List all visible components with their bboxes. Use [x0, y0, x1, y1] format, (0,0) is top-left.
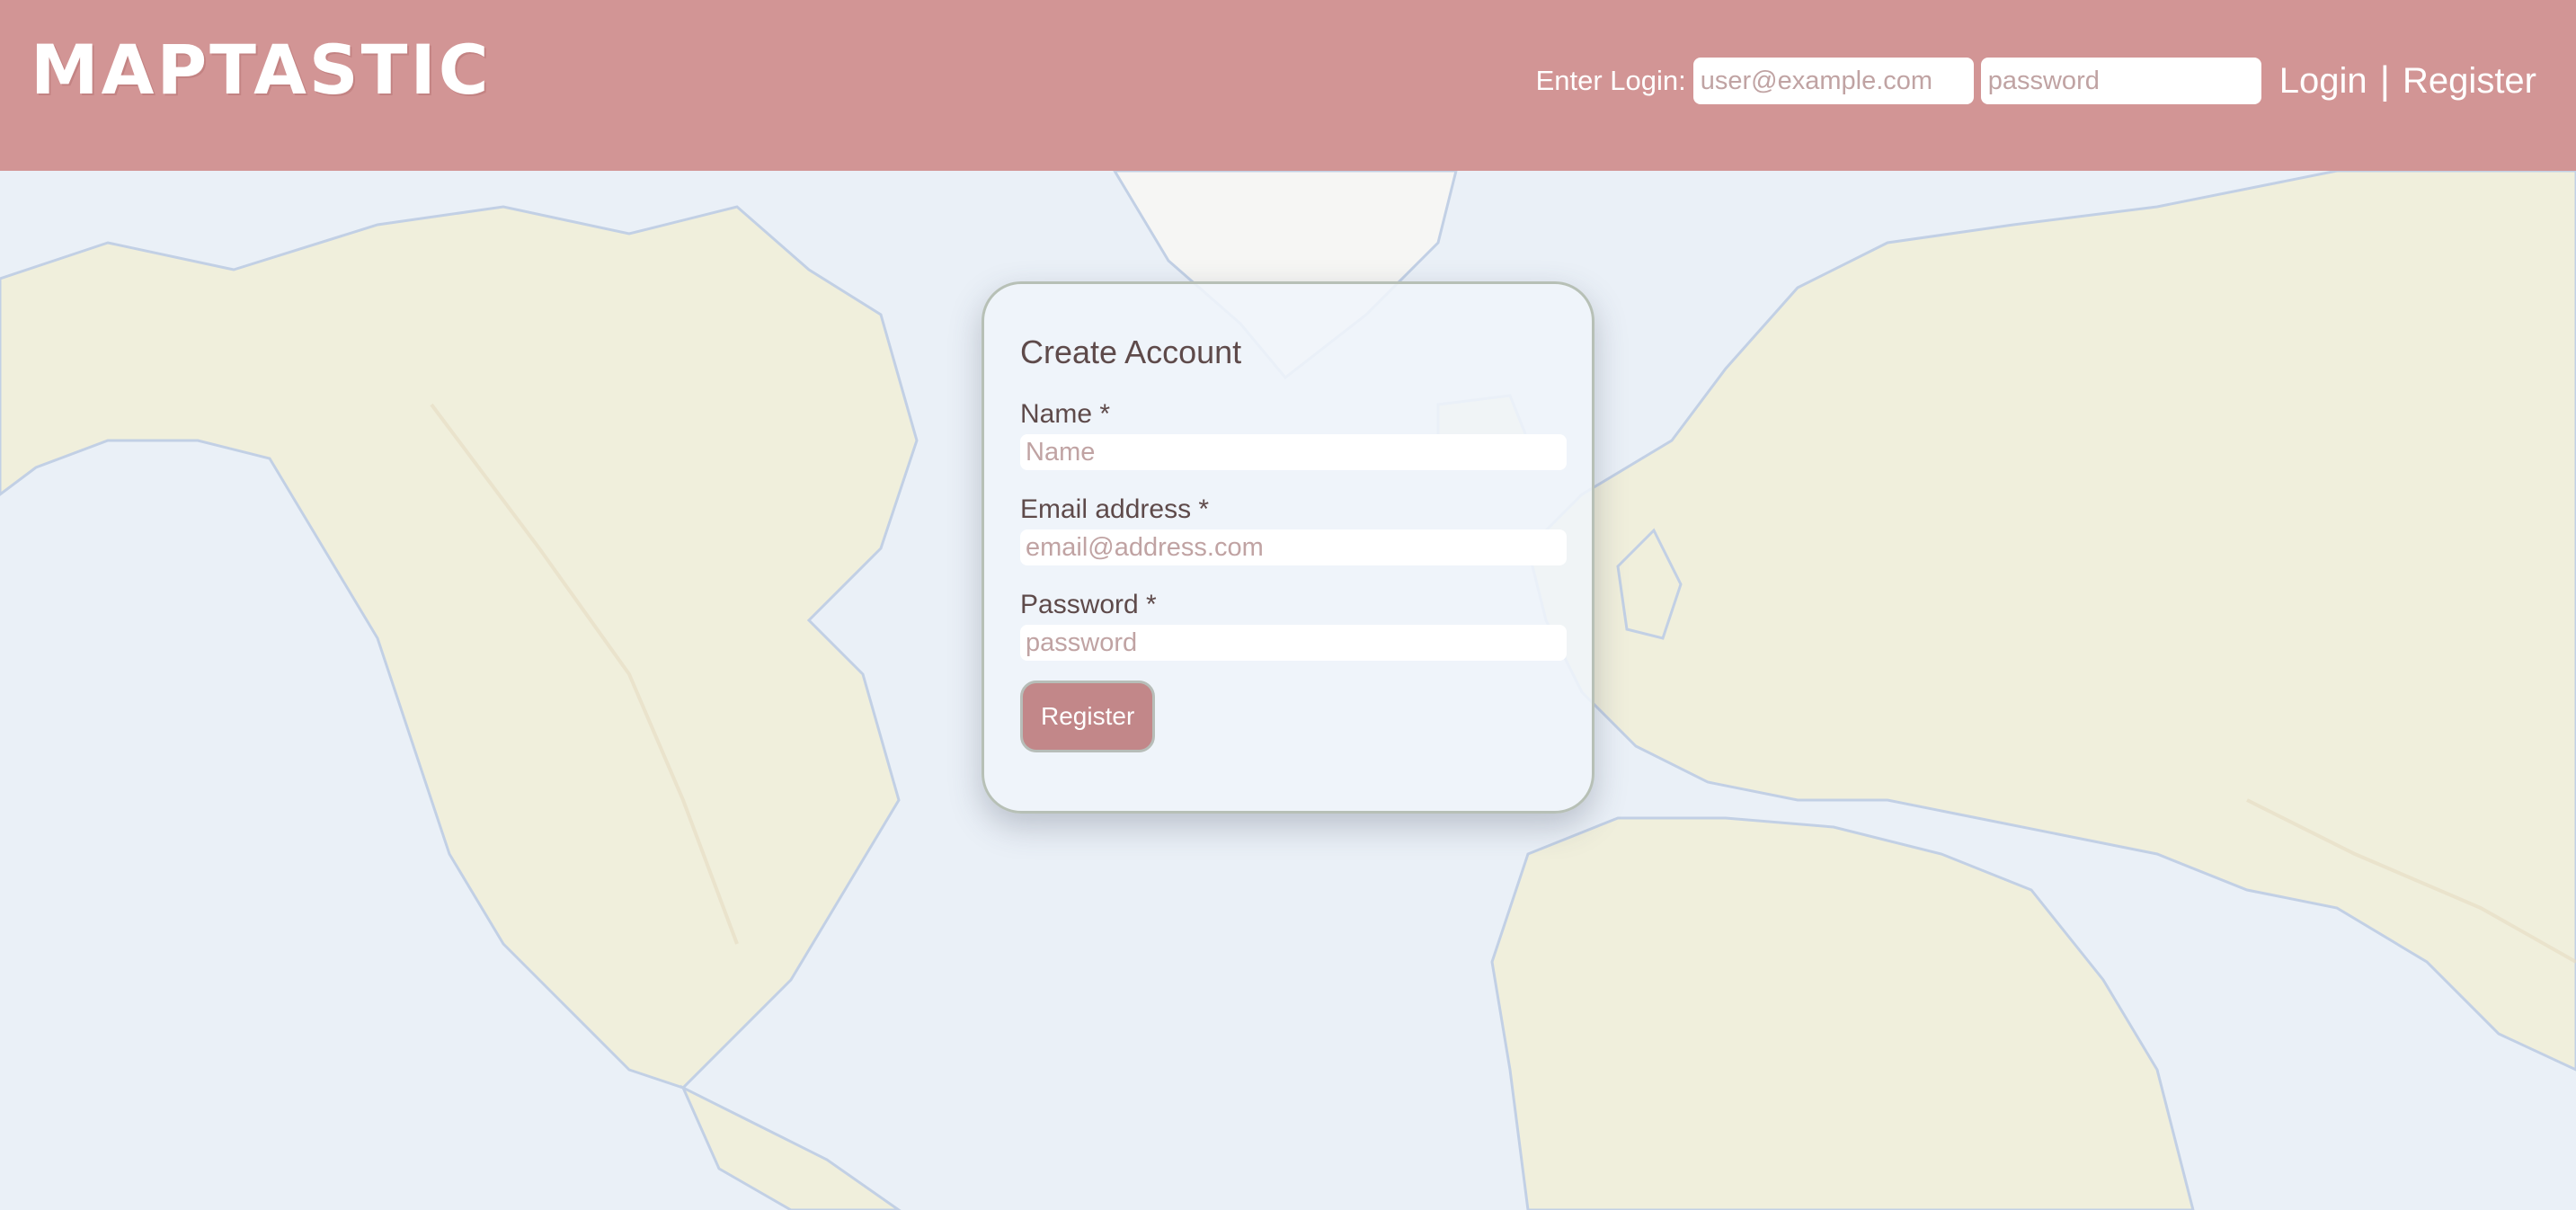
register-button[interactable]: Register [1020, 681, 1156, 753]
site-logo[interactable]: MAPTASTIC [31, 36, 492, 104]
top-header: MAPTASTIC Enter Login: Login | Register [0, 0, 2576, 171]
login-label: Enter Login: [1535, 65, 1686, 96]
form-title: Create Account [1020, 334, 1242, 370]
header-email-input[interactable] [1692, 58, 1974, 104]
header-password-input[interactable] [1980, 58, 2261, 104]
password-input[interactable] [1020, 625, 1567, 662]
login-link[interactable]: Login [2279, 61, 2367, 102]
login-bar: Enter Login: Login | Register [1536, 56, 2536, 106]
password-label: Password * [1020, 590, 1157, 620]
nav-separator: | [2379, 58, 2391, 102]
name-input[interactable] [1020, 434, 1567, 471]
create-account-card: Create Account Name * Email address * Pa… [982, 281, 1594, 814]
name-label: Name * [1020, 399, 1111, 430]
email-label: Email address * [1020, 494, 1210, 525]
email-input[interactable] [1020, 529, 1567, 566]
register-link[interactable]: Register [2403, 61, 2536, 102]
